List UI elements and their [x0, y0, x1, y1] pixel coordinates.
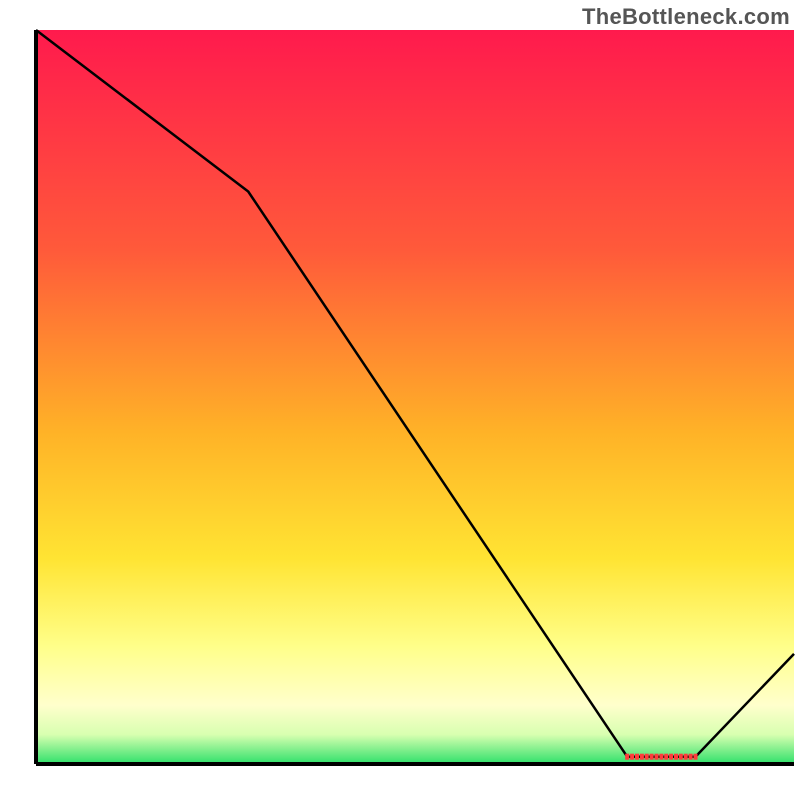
chart-container: TheBottleneck.com	[0, 0, 800, 800]
bottleneck-chart	[0, 0, 800, 800]
watermark-label: TheBottleneck.com	[582, 4, 790, 30]
